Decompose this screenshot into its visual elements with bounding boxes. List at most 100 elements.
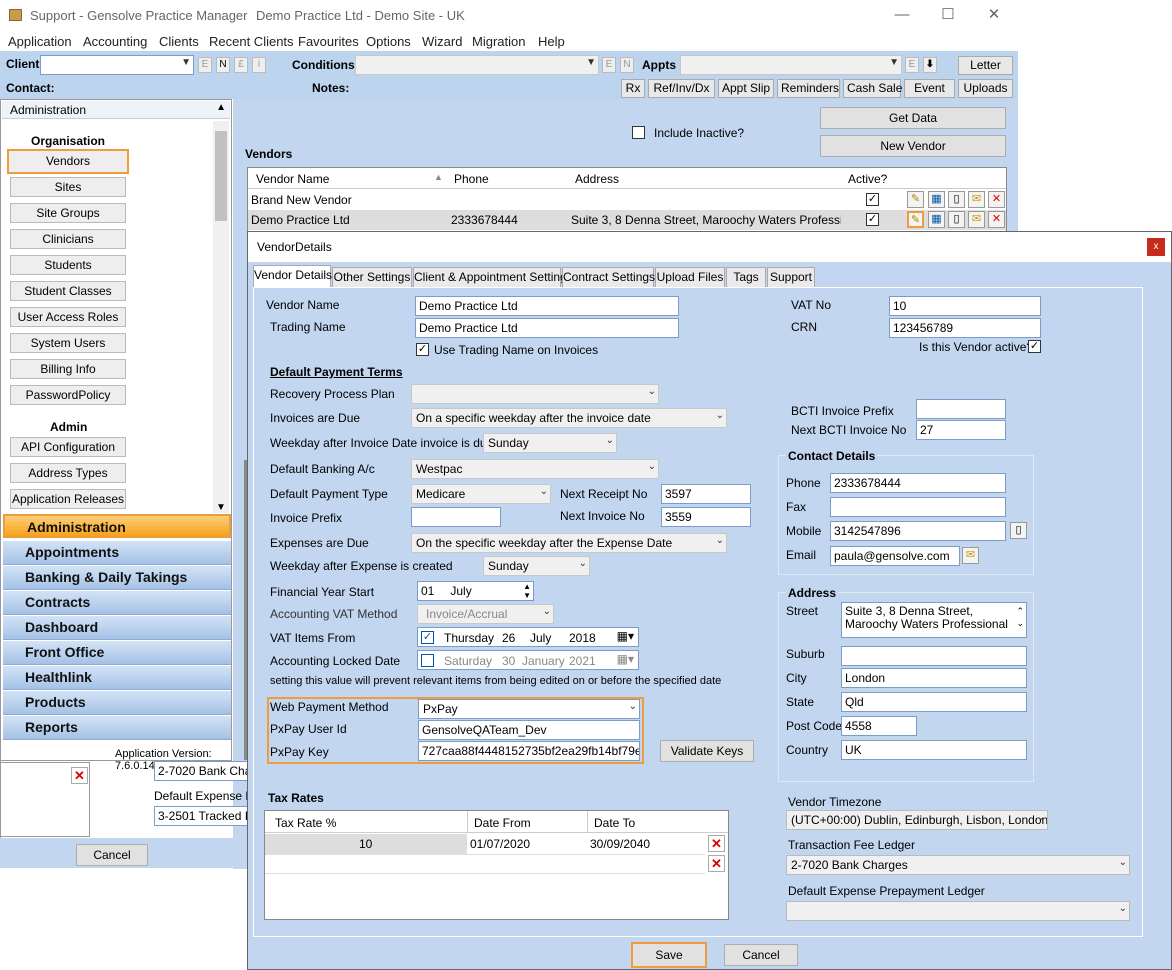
recovery-plan-select[interactable]: ⌄	[411, 384, 659, 404]
behind-prepay-value[interactable]: 3-2501 Tracked Ite	[154, 806, 248, 826]
tab-support[interactable]: Support	[767, 267, 815, 287]
sidebar-item-student-classes[interactable]: Student Classes	[10, 281, 126, 301]
sidebar-item-password-policy[interactable]: PasswordPolicy	[10, 385, 126, 405]
vendor-name-input[interactable]: Demo Practice Ltd	[415, 296, 679, 316]
delete-icon[interactable]: ✕	[988, 191, 1005, 208]
chevron-down-icon[interactable]: ▼	[216, 502, 226, 513]
edit-icon[interactable]: ✎	[907, 191, 924, 208]
close-icon[interactable]: x	[1147, 238, 1165, 256]
sidebar-item-api-configuration[interactable]: API Configuration	[10, 437, 126, 457]
details-icon[interactable]: ▦	[928, 211, 945, 228]
appts-combo[interactable]: ▼	[680, 55, 902, 75]
uploads-button[interactable]: Uploads	[958, 79, 1013, 98]
tab-upload-files[interactable]: Upload Files	[655, 267, 725, 287]
state-input[interactable]: Qld	[841, 692, 1027, 712]
sidebar-item-students[interactable]: Students	[10, 255, 126, 275]
validate-keys-button[interactable]: Validate Keys	[660, 740, 754, 762]
category-appointments[interactable]: Appointments	[3, 541, 231, 565]
sidebar-item-sites[interactable]: Sites	[10, 177, 126, 197]
invoices-due-select[interactable]: On a specific weekday after the invoice …	[411, 408, 727, 428]
calendar-icon[interactable]: ▦▾	[617, 652, 634, 666]
next-bcti-input[interactable]: 27	[916, 420, 1006, 440]
client-pound-button[interactable]: £	[234, 57, 248, 73]
use-trading-checkbox[interactable]: ✓	[416, 343, 429, 356]
vat-items-date[interactable]: ✓ Thursday 26 July 2018 ▦▾	[417, 627, 639, 647]
fys-input[interactable]: 01 July ▲ ▼	[417, 581, 534, 601]
client-e-button[interactable]: E	[198, 57, 212, 73]
rx-button[interactable]: Rx	[621, 79, 645, 98]
conditions-combo[interactable]: ▼	[355, 55, 599, 75]
sidebar-item-address-types[interactable]: Address Types	[10, 463, 126, 483]
calendar-icon[interactable]: ▦▾	[617, 629, 634, 643]
mobile-input[interactable]: 3142547896	[830, 521, 1006, 541]
mobile-icon[interactable]: ▯	[948, 191, 965, 208]
txn-ledger-select[interactable]: 2-7020 Bank Charges ⌄	[786, 855, 1130, 875]
menu-favourites[interactable]: Favourites	[298, 34, 359, 49]
phone-input[interactable]: 2333678444	[830, 473, 1006, 493]
conditions-n-button[interactable]: N	[620, 57, 634, 73]
client-info-button[interactable]: i	[252, 57, 266, 73]
behind-cancel-button[interactable]: Cancel	[76, 844, 148, 866]
fax-input[interactable]	[830, 497, 1006, 517]
postcode-input[interactable]: 4558	[841, 716, 917, 736]
menu-recent-clients[interactable]: Recent Clients	[209, 34, 294, 49]
prepay-ledger-select[interactable]: ⌄	[786, 901, 1130, 921]
cash-sale-button[interactable]: Cash Sale	[843, 79, 902, 98]
street-input[interactable]: Suite 3, 8 Denna Street, Maroochy Waters …	[841, 602, 1027, 638]
col-tax-rate[interactable]: Tax Rate %	[275, 816, 336, 830]
crn-input[interactable]: 123456789	[889, 318, 1041, 338]
mobile-icon[interactable]: ▯	[948, 211, 965, 228]
conditions-e-button[interactable]: E	[602, 57, 616, 73]
locked-date-checkbox[interactable]	[421, 654, 434, 667]
menu-options[interactable]: Options	[366, 34, 411, 49]
delete-icon[interactable]: ✕	[71, 767, 88, 784]
vat-input[interactable]: 10	[889, 296, 1041, 316]
col-vendor-name[interactable]: Vendor Name	[256, 172, 329, 186]
cancel-button[interactable]: Cancel	[724, 944, 798, 966]
email-icon[interactable]: ✉	[968, 211, 985, 228]
sidebar-item-billing-info[interactable]: Billing Info	[10, 359, 126, 379]
vendor-active-checkbox[interactable]: ✓	[1028, 340, 1041, 353]
menu-accounting[interactable]: Accounting	[83, 34, 147, 49]
city-input[interactable]: London	[841, 668, 1027, 688]
col-address[interactable]: Address	[575, 172, 619, 186]
delete-icon[interactable]: ✕	[708, 835, 725, 852]
col-date-to[interactable]: Date To	[594, 816, 635, 830]
pxpay-key-input[interactable]: 727caa88f4448152735bf2ea29fb14bf79e5a8	[418, 741, 640, 761]
edit-icon[interactable]: ✎	[907, 211, 924, 228]
client-combo[interactable]: ▼	[40, 55, 194, 75]
event-button[interactable]: Event	[904, 79, 955, 98]
locked-date[interactable]: Saturday 30 January 2021 ▦▾	[417, 650, 639, 670]
scroll-arrows-icon[interactable]: ⌃ ⌄	[1016, 605, 1024, 629]
timezone-select[interactable]: (UTC+00:00) Dublin, Edinburgh, Lisbon, L…	[786, 810, 1048, 830]
sidebar-item-site-groups[interactable]: Site Groups	[10, 203, 126, 223]
menu-clients[interactable]: Clients	[159, 34, 199, 49]
email-icon[interactable]: ✉	[968, 191, 985, 208]
country-input[interactable]: UK	[841, 740, 1027, 760]
save-button[interactable]: Save	[631, 942, 707, 968]
behind-txn-ledger[interactable]: 2-7020 Bank Charg	[154, 761, 248, 781]
menu-wizard[interactable]: Wizard	[422, 34, 462, 49]
chevron-up-icon[interactable]: ▲	[216, 102, 226, 113]
category-banking[interactable]: Banking & Daily Takings	[3, 566, 231, 590]
expenses-due-select[interactable]: On the specific weekday after the Expens…	[411, 533, 727, 553]
menu-help[interactable]: Help	[538, 34, 565, 49]
minimize-icon[interactable]: —	[887, 4, 917, 26]
ref-inv-dx-button[interactable]: Ref/Inv/Dx	[648, 79, 715, 98]
trading-name-input[interactable]: Demo Practice Ltd	[415, 318, 679, 338]
sidebar-item-system-users[interactable]: System Users	[10, 333, 126, 353]
spinner-icon[interactable]: ▲ ▼	[523, 582, 531, 600]
close-icon[interactable]: ✕	[979, 4, 1009, 26]
next-receipt-input[interactable]: 3597	[661, 484, 751, 504]
email-icon[interactable]: ✉	[962, 547, 979, 564]
category-healthlink[interactable]: Healthlink	[3, 666, 231, 690]
table-row[interactable]: 10 01/07/2020 30/09/2040	[265, 834, 705, 854]
delete-icon[interactable]: ✕	[708, 855, 725, 872]
download-icon[interactable]: ⬇	[923, 57, 937, 73]
table-row[interactable]: Brand New Vendor ✓ ✎ ▦ ▯ ✉ ✕	[248, 190, 1006, 210]
payment-type-select[interactable]: Medicare ⌄	[411, 484, 551, 504]
sidebar-item-clinicians[interactable]: Clinicians	[10, 229, 126, 249]
row-active-checkbox[interactable]: ✓	[866, 193, 879, 206]
email-input[interactable]: paula@gensolve.com	[830, 546, 960, 566]
sidebar-item-user-access-roles[interactable]: User Access Roles	[10, 307, 126, 327]
